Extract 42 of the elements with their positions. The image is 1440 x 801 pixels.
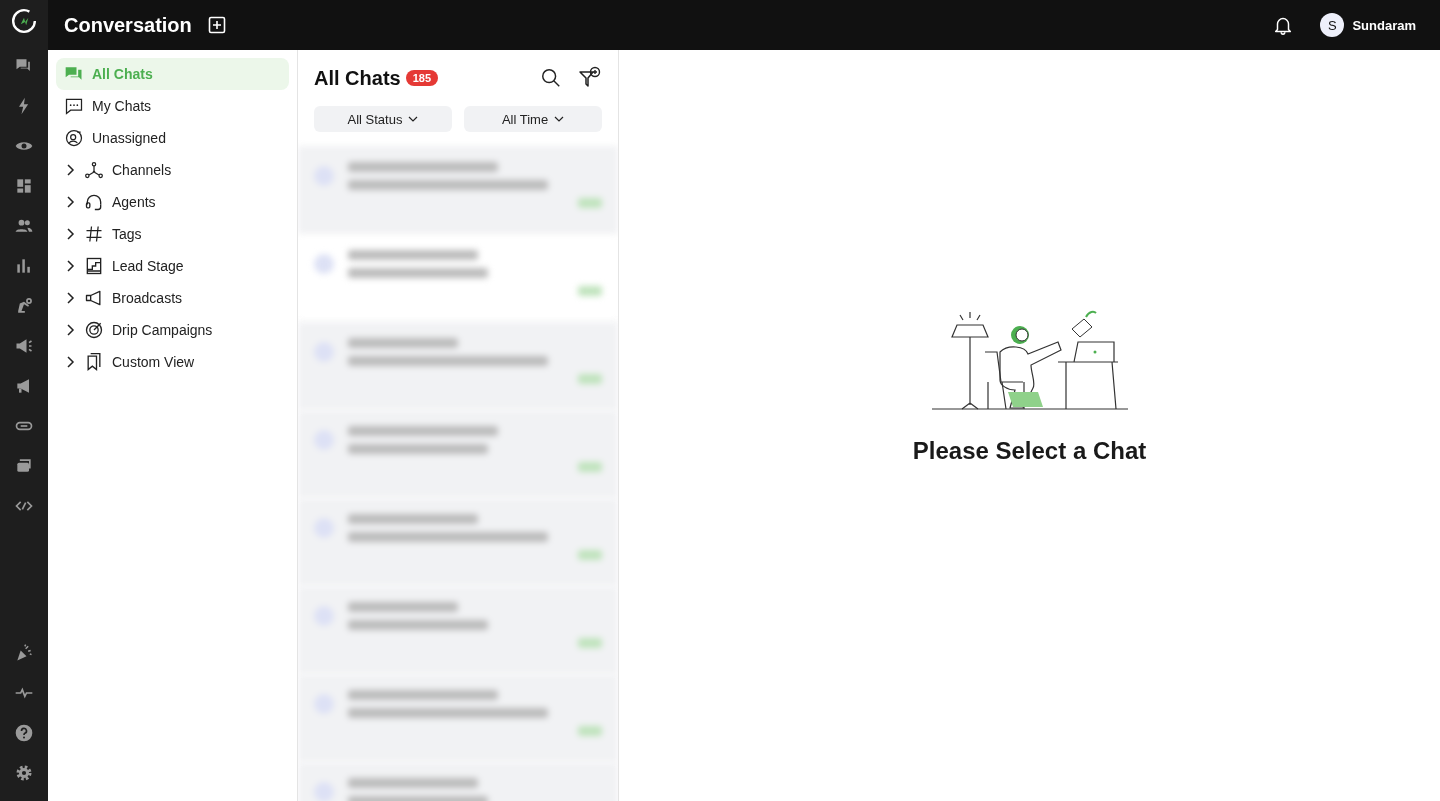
filter-dropdown[interactable]: All Status: [314, 106, 452, 132]
settings-icon[interactable]: [14, 763, 34, 783]
network-icon: [84, 160, 104, 180]
chevron-icon[interactable]: [64, 260, 76, 272]
chevron-icon[interactable]: [64, 196, 76, 208]
target-icon: [84, 320, 104, 340]
add-icon[interactable]: [207, 16, 226, 34]
nav-item[interactable]: Agents: [56, 186, 289, 218]
add-filter-icon[interactable]: [578, 66, 602, 90]
search-icon[interactable]: [540, 67, 562, 89]
nav-item[interactable]: Drip Campaigns: [56, 314, 289, 346]
user-name[interactable]: Sundaram: [1352, 17, 1416, 33]
chevron-down-icon: [554, 116, 565, 122]
page-title: Conversation: [64, 13, 192, 37]
app-logo-icon[interactable]: [11, 8, 37, 34]
nav-item[interactable]: Custom View: [56, 346, 289, 378]
empty-state-message: Please Select a Chat: [912, 436, 1147, 465]
chevron-down-icon: [408, 116, 419, 122]
stage-chart-icon: [84, 256, 104, 276]
filter-dropdown[interactable]: All Time: [464, 106, 602, 132]
help-icon[interactable]: [14, 723, 34, 743]
nav-item[interactable]: My Chats: [56, 90, 289, 122]
list-title: All Chats: [314, 66, 401, 90]
chevron-icon[interactable]: [64, 164, 76, 176]
headset-icon: [84, 192, 104, 212]
nav-item[interactable]: Lead Stage: [56, 250, 289, 282]
megaphone-icon: [84, 288, 104, 308]
nav-item[interactable]: Tags: [56, 218, 289, 250]
hashtag-icon: [84, 224, 104, 244]
chat-count-badge: 185: [405, 70, 439, 86]
nav-item[interactable]: Broadcasts: [56, 282, 289, 314]
megaphone-icon[interactable]: [14, 336, 34, 356]
chevron-icon[interactable]: [64, 228, 76, 240]
nav-item[interactable]: Channels: [56, 154, 289, 186]
user-avatar[interactable]: S: [1320, 13, 1345, 37]
message-dots-icon: [64, 96, 84, 116]
dashboard-icon[interactable]: [14, 176, 34, 196]
chevron-icon[interactable]: [64, 292, 76, 304]
chevron-icon[interactable]: [64, 324, 76, 336]
chevron-icon[interactable]: [64, 356, 76, 368]
user-circle-icon: [64, 128, 84, 148]
nav-item[interactable]: Unassigned: [56, 122, 289, 154]
